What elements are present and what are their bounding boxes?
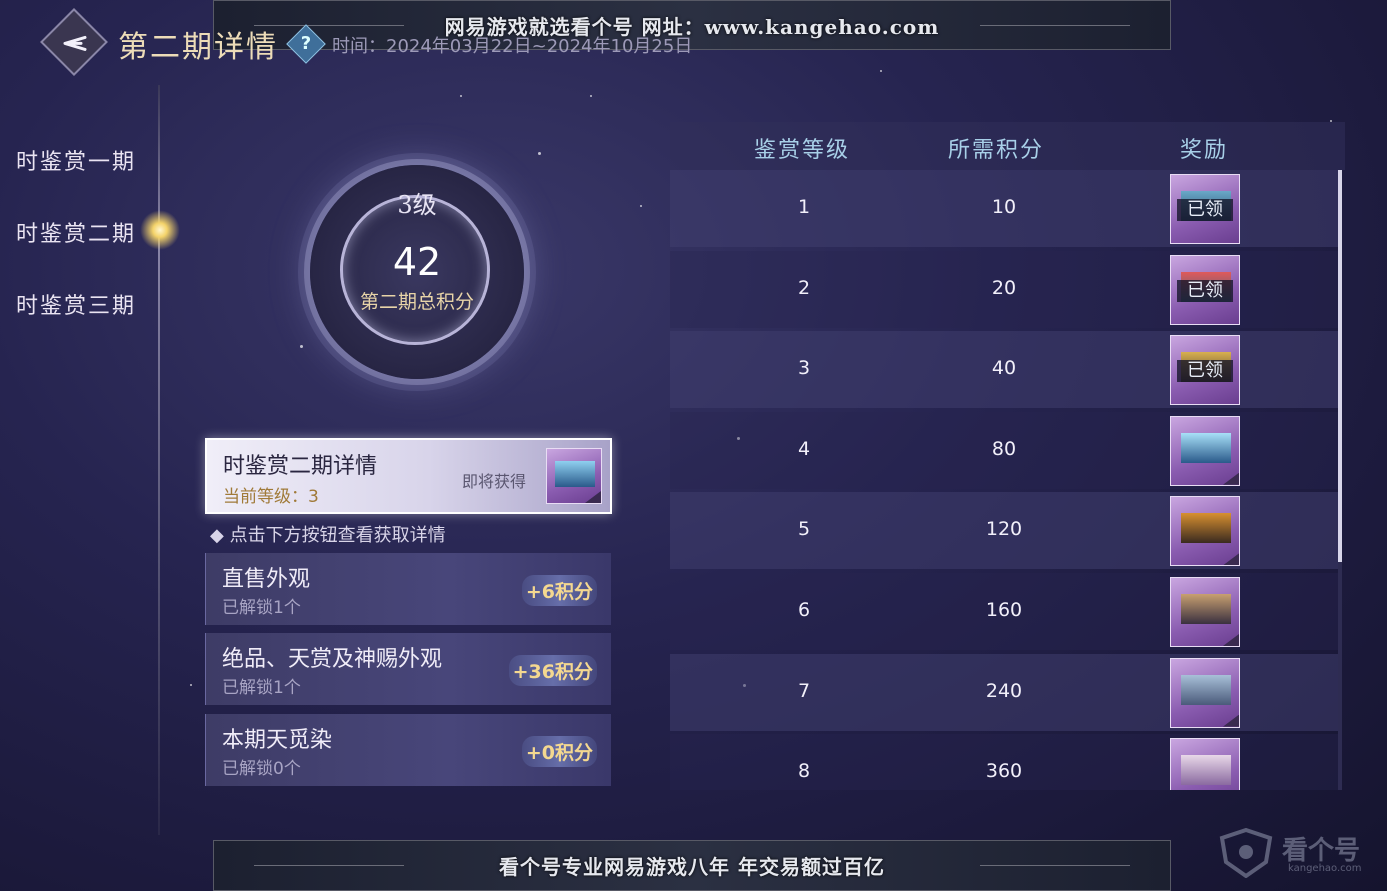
period-detail-card[interactable]: 时鉴赏二期详情 当前等级：3 即将获得 (205, 438, 612, 514)
unlock-row-premium[interactable]: 绝品、天赏及神赐外观 已解锁1个 +36积分 (205, 633, 611, 705)
sidebar-item-period-1[interactable]: 时鉴赏一期 (16, 144, 136, 176)
reward-table: 鉴赏等级 所需积分 奖励 1 10 已领 2 20 已领 3 40 已领 4 80 5 120 6 160 7… (670, 122, 1345, 790)
table-header: 鉴赏等级 所需积分 奖励 (670, 122, 1345, 170)
table-row: 2 20 已领 (670, 250, 1340, 328)
table-row: 1 10 已领 (670, 170, 1340, 247)
claimed-label: 已领 (1177, 360, 1233, 383)
claimed-label: 已领 (1177, 279, 1233, 302)
unlock-name: 本期天觅染 (222, 728, 333, 753)
row-level: 8 (797, 760, 811, 783)
row-level: 1 (797, 196, 811, 218)
reward-item-icon[interactable] (1170, 577, 1240, 647)
unlock-row-direct-sale[interactable]: 直售外观 已解锁1个 +6积分 (205, 553, 611, 625)
help-symbol: ? (300, 33, 312, 54)
row-points: 160 (985, 599, 1023, 621)
reward-item-icon[interactable] (1170, 415, 1240, 486)
period-time-text: 时间：2024年03月22日~2024年10月25日 (332, 36, 693, 57)
reward-item-icon[interactable] (1170, 657, 1240, 728)
row-level: 4 (797, 437, 811, 460)
unlock-points: +36积分 (508, 655, 597, 686)
sidebar-divider (158, 85, 160, 835)
row-level: 6 (797, 599, 811, 621)
back-arrow-icon (63, 35, 87, 51)
unlock-status: 已解锁0个 (222, 759, 301, 779)
table-row: 4 80 (670, 411, 1340, 489)
header-level: 鉴赏等级 (754, 138, 851, 163)
watermark-sub: kangehao.com (1288, 863, 1362, 874)
detail-title: 时鉴赏二期详情 (223, 454, 378, 479)
table-row: 8 360 (670, 734, 1340, 790)
table-row: 3 40 已领 (670, 331, 1340, 409)
next-reward-icon (546, 448, 602, 504)
back-button[interactable] (40, 8, 108, 76)
row-points: 240 (985, 679, 1023, 702)
claimed-label: 已领 (1177, 199, 1233, 221)
header-points: 所需积分 (948, 138, 1045, 163)
table-row: 5 120 (670, 492, 1340, 570)
unlock-points: +0积分 (521, 736, 597, 767)
scrollbar-thumb[interactable] (1338, 170, 1342, 562)
watermark-text: 看个号 (1282, 836, 1361, 866)
reward-item-icon[interactable] (1170, 738, 1240, 790)
bottom-watermark-banner: 看个号专业网易游戏八年 年交易额过百亿 (213, 840, 1171, 891)
row-points: 360 (985, 760, 1023, 783)
unlock-name: 绝品、天赏及神赐外观 (222, 647, 443, 672)
table-row: 7 240 (670, 653, 1340, 731)
sidebar-item-period-3[interactable]: 时鉴赏三期 (16, 288, 136, 320)
page-title: 第二期详情 (118, 30, 278, 65)
row-points: 20 (991, 276, 1017, 299)
unlock-points: +6积分 (521, 575, 597, 606)
reward-item-icon[interactable]: 已领 (1170, 254, 1240, 325)
site-watermark: 看个号 kangehao.com (1218, 827, 1378, 884)
total-score-label: 第二期总积分 (359, 291, 474, 313)
current-level: 3级 (397, 191, 437, 219)
row-points: 10 (991, 196, 1017, 218)
reward-item-icon[interactable]: 已领 (1170, 174, 1240, 244)
row-points: 120 (985, 518, 1023, 541)
row-points: 40 (991, 357, 1017, 380)
row-level: 5 (797, 518, 811, 541)
row-level: 2 (797, 276, 811, 299)
unlock-status: 已解锁1个 (222, 598, 301, 618)
shield-eye-icon (1219, 827, 1273, 879)
row-level: 3 (797, 357, 811, 380)
row-points: 80 (991, 437, 1017, 460)
total-score: 42 (392, 240, 442, 284)
reward-item-icon[interactable] (1170, 496, 1240, 567)
detail-soon-label: 即将获得 (462, 472, 527, 491)
detail-current-level: 当前等级：3 (223, 487, 319, 507)
unlock-row-dye[interactable]: 本期天觅染 已解锁0个 +0积分 (205, 714, 611, 786)
table-scrollbar[interactable] (1338, 170, 1342, 790)
hint-text: ◆ 点击下方按钮查看获取详情 (210, 525, 446, 546)
reward-item-icon[interactable]: 已领 (1170, 335, 1240, 406)
unlock-status: 已解锁1个 (222, 678, 301, 698)
active-marker-icon (140, 210, 180, 250)
header-reward: 奖励 (1180, 138, 1229, 163)
table-row: 6 160 (670, 573, 1340, 650)
row-level: 7 (797, 679, 811, 702)
bottom-banner-text: 看个号专业网易游戏八年 年交易额过百亿 (499, 855, 885, 879)
sidebar-item-period-2[interactable]: 时鉴赏二期 (16, 216, 136, 248)
unlock-name: 直售外观 (222, 567, 311, 592)
